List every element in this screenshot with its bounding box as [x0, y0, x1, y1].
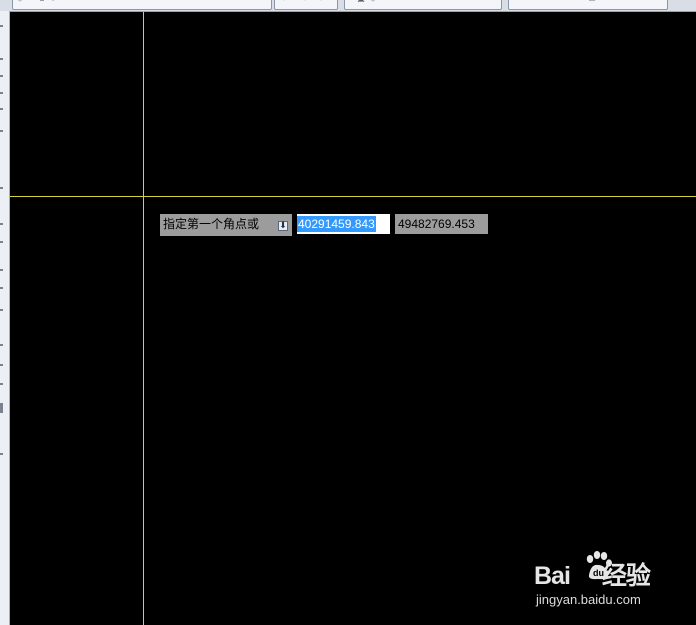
- palette-tick: [0, 108, 3, 110]
- coordinate-x-value: 40291459.843: [297, 216, 376, 232]
- match-properties-icon[interactable]: ✎: [278, 0, 286, 3]
- layer-dropdown[interactable]: ▣ ⁎: [344, 0, 502, 10]
- palette-tick: [0, 75, 3, 77]
- palette-tick: [0, 383, 3, 385]
- top-toolbar: ⁎ ▫ ■ ○ ✎ ✎ ✎ ▣ ⁎ ▭: [0, 0, 696, 12]
- properties-label-icon: ▭: [579, 0, 605, 3]
- crosshair-horizontal: [10, 196, 696, 197]
- left-tool-palette: [0, 11, 10, 625]
- coordinate-y-input[interactable]: 49482769.453: [395, 214, 488, 234]
- toolbar-group-left[interactable]: ⁎ ▫ ■ ○: [12, 0, 272, 10]
- palette-tick: [0, 309, 3, 311]
- layer-color-icon[interactable]: ■: [38, 0, 46, 3]
- pin-icon[interactable]: ⁎: [16, 0, 24, 3]
- palette-tick: [0, 58, 3, 60]
- command-prompt-tooltip: 指定第一个角点或: [160, 214, 292, 236]
- palette-tick: [0, 92, 3, 94]
- layer-lightbulb-icon: ⁎: [369, 0, 377, 3]
- baidu-paw-icon: du: [586, 551, 612, 580]
- dropdown-arrow-icon[interactable]: ⬇: [278, 221, 288, 231]
- palette-tick: [0, 130, 3, 132]
- watermark-site: jingyan.baidu.com: [536, 592, 641, 607]
- palette-tick: [0, 241, 3, 243]
- palette-tick: [0, 364, 3, 366]
- lock-icon[interactable]: ▫: [27, 0, 35, 3]
- palette-tick: [0, 223, 3, 225]
- layer-previous-icon[interactable]: ✎: [299, 0, 307, 3]
- command-prompt-label: 指定第一个角点或: [163, 217, 260, 231]
- palette-tick: [0, 453, 3, 455]
- palette-tick: [0, 287, 3, 289]
- properties-dropdown[interactable]: ▭: [508, 0, 668, 10]
- layer-state-icon: ▣: [357, 0, 365, 3]
- watermark-logo-left: Bai: [534, 562, 571, 590]
- palette-tick: [0, 403, 3, 413]
- drawing-canvas[interactable]: [10, 12, 696, 625]
- palette-tick: [0, 187, 3, 189]
- palette-tick: [0, 269, 3, 271]
- svg-text:du: du: [593, 568, 604, 578]
- layer-states-icon[interactable]: ✎: [315, 0, 323, 3]
- circle-icon[interactable]: ○: [49, 0, 57, 3]
- crosshair-vertical: [143, 12, 144, 625]
- palette-tick: [0, 344, 3, 346]
- coordinate-y-value: 49482769.453: [398, 217, 475, 231]
- baidu-jingyan-watermark: Bai 经验 du jingyan.baidu.com: [534, 550, 664, 610]
- coordinate-x-input[interactable]: 40291459.843: [297, 214, 390, 234]
- toolbar-group-match[interactable]: ✎ ✎ ✎: [274, 0, 338, 10]
- palette-tick: [0, 25, 3, 27]
